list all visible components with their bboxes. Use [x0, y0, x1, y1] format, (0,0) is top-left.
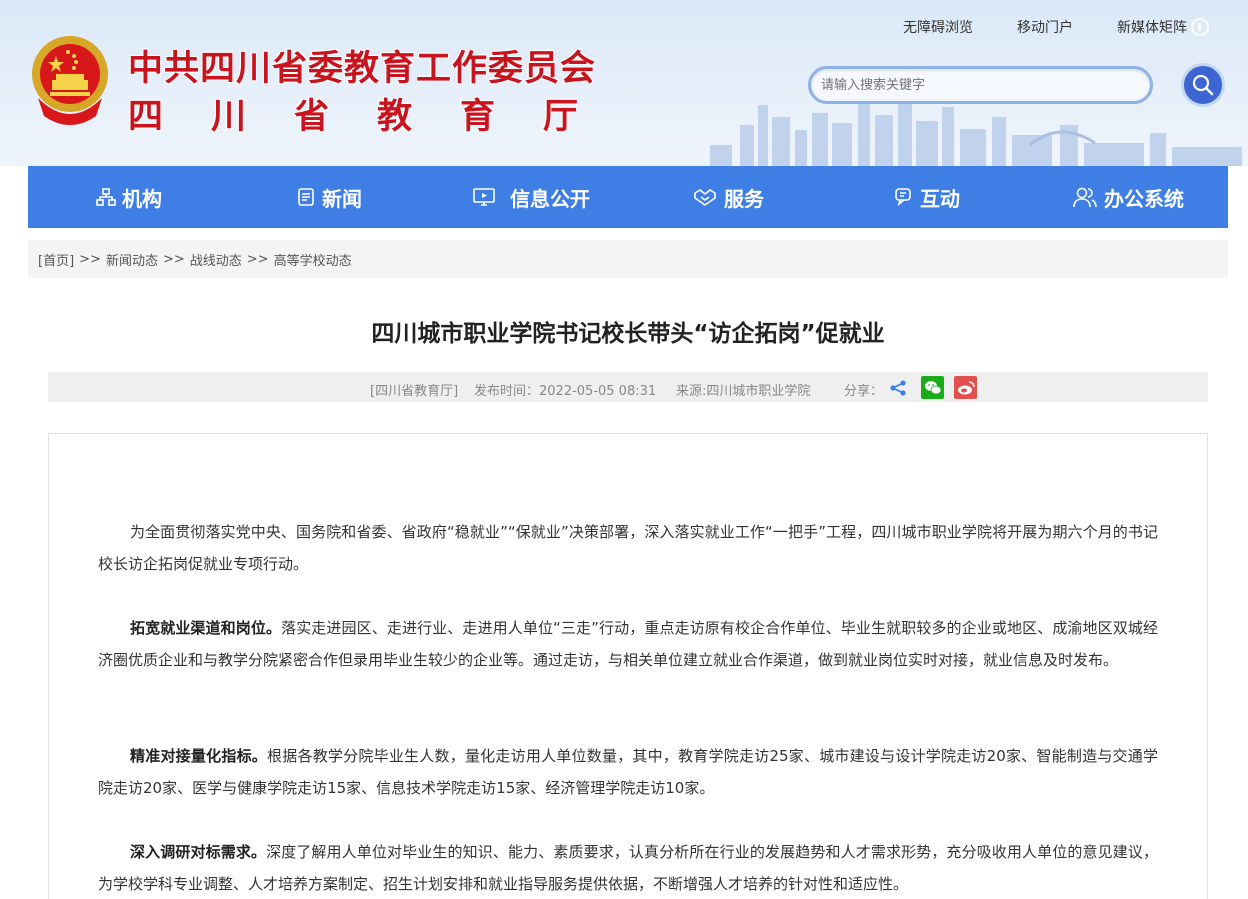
site-header: 中共四川省委教育工作委员会 四 川 省 教 育 厅 无障碍浏览 移动门户 新媒体… — [0, 0, 1248, 166]
wechat-share-icon[interactable] — [921, 376, 944, 399]
org-chart-icon — [96, 188, 116, 206]
site-subtitle: 四 川 省 教 育 厅 — [128, 88, 578, 139]
nav-label: 机构 — [122, 186, 162, 211]
subtitle-char: 川 — [210, 97, 246, 137]
nav-label: 互动 — [920, 186, 960, 211]
weibo-glyph — [957, 380, 975, 394]
meta-source: 来源:四川城市职业学院 — [676, 384, 811, 399]
weibo-share-icon[interactable] — [954, 376, 977, 399]
paragraph-text: 为全面贯彻落实党中央、国务院和省委、省政府“稳就业”“保就业”决策部署，深入落实… — [98, 523, 1158, 573]
breadcrumb-separator: >> — [162, 251, 185, 267]
wechat-glyph — [924, 380, 941, 394]
nav-item-news[interactable]: 新闻 — [296, 166, 362, 228]
nav-label: 信息公开 — [510, 186, 590, 211]
article-paragraph: 深入调研对标需求。深度了解用人单位对毕业生的知识、能力、素质要求，认真分析所在行… — [98, 836, 1158, 899]
site-title: 中共四川省委教育工作委员会 — [128, 49, 597, 89]
handshake-icon — [694, 189, 716, 206]
nav-item-org[interactable]: 机构 — [96, 166, 162, 228]
subtitle-char: 厅 — [542, 97, 578, 137]
breadcrumb-item[interactable]: 高等学校动态 — [274, 250, 352, 269]
users-icon — [1073, 187, 1097, 208]
subtitle-char: 省 — [293, 97, 329, 137]
share-glyph — [889, 379, 906, 396]
paragraph-lead: 深入调研对标需求。 — [130, 843, 267, 861]
breadcrumb-separator: >> — [79, 251, 101, 267]
national-emblem-icon — [32, 36, 108, 125]
mobile-portal-link[interactable]: 移动门户 — [1017, 17, 1073, 37]
breadcrumb-separator: >> — [246, 251, 269, 267]
breadcrumb-item[interactable]: 战线动态 — [190, 250, 242, 269]
search-input[interactable] — [811, 69, 1150, 101]
document-icon — [298, 188, 314, 206]
paragraph-lead: 精准对接量化指标。 — [130, 747, 268, 765]
search-button[interactable] — [1181, 63, 1225, 107]
nav-label: 服务 — [724, 186, 764, 211]
share-label: 分享： — [844, 384, 884, 399]
nav-item-office-system[interactable]: 办公系统 — [1072, 166, 1184, 228]
subtitle-char: 四 — [128, 97, 164, 137]
monitor-icon — [473, 188, 495, 206]
nav-label: 办公系统 — [1104, 186, 1184, 211]
new-media-icon — [1191, 18, 1209, 36]
subtitle-char: 育 — [459, 97, 495, 137]
nav-item-services[interactable]: 服务 — [692, 166, 764, 228]
article-title: 四川城市职业学院书记校长带头“访企拓岗”促就业 — [371, 321, 885, 347]
breadcrumb-home[interactable]: [首页] — [38, 250, 74, 269]
chat-icon — [895, 188, 911, 207]
subtitle-char: 教 — [376, 97, 412, 137]
breadcrumb-item[interactable]: 新闻动态 — [106, 250, 158, 269]
nav-item-info-disclosure[interactable]: 信息公开 — [472, 166, 590, 228]
city-skyline-illustration — [710, 99, 1242, 166]
paragraph-lead: 拓宽就业渠道和岗位。 — [130, 619, 282, 637]
nav-label: 新闻 — [322, 186, 362, 211]
article-paragraph: 拓宽就业渠道和岗位。落实走进园区、走进行业、走进用人单位“三走”行动，重点走访原… — [98, 612, 1158, 676]
search-box — [808, 66, 1153, 104]
breadcrumb: [首页] >> 新闻动态 >> 战线动态 >> 高等学校动态 — [28, 240, 1228, 278]
article-meta: [四川省教育厅] 发布时间：2022-05-05 08:31 来源:四川城市职业… — [48, 372, 1208, 402]
share-icon[interactable] — [887, 377, 908, 398]
meta-published: 发布时间：2022-05-05 08:31 — [474, 384, 657, 399]
article-paragraph: 精准对接量化指标。根据各教学分院毕业生人数，量化走访用人单位数量，其中，教育学院… — [98, 740, 1158, 804]
meta-org: [四川省教育厅] — [370, 384, 459, 399]
main-nav: 机构 新闻 信息公开 服务 互动 办公系统 — [28, 166, 1228, 228]
new-media-link[interactable]: 新媒体矩阵 — [1117, 17, 1209, 37]
nav-item-interaction[interactable]: 互动 — [894, 166, 960, 228]
accessibility-link[interactable]: 无障碍浏览 — [903, 17, 973, 37]
new-media-label: 新媒体矩阵 — [1117, 20, 1187, 36]
search-icon — [1192, 74, 1214, 96]
article-paragraph: 为全面贯彻落实党中央、国务院和省委、省政府“稳就业”“保就业”决策部署，深入落实… — [98, 516, 1158, 580]
